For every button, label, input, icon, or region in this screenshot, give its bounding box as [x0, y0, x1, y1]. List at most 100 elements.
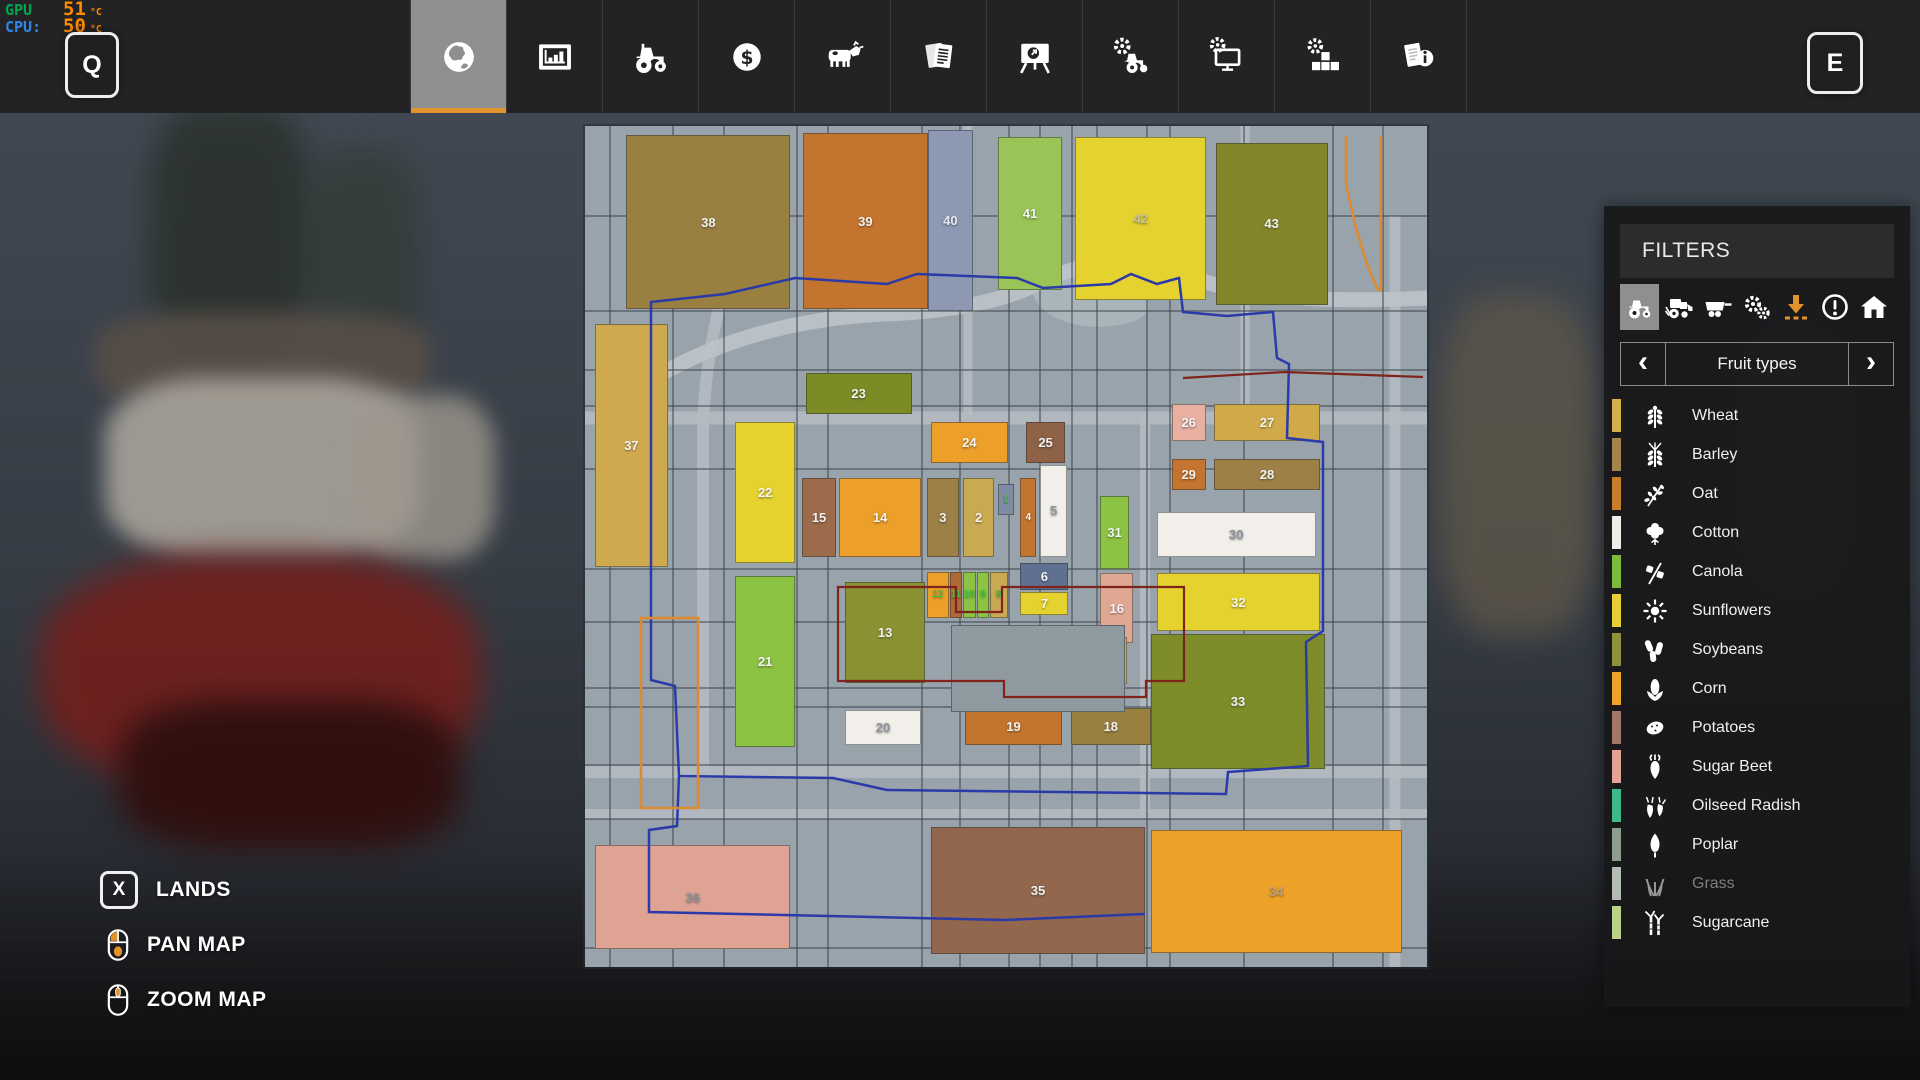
- fruit-color-swatch: [1612, 750, 1621, 783]
- globe-icon: [437, 35, 481, 79]
- fruit-type-list: Wheat Barley Oat Cotton Canola Sunflowers Soyb…: [1604, 396, 1910, 942]
- blocks-gear-icon: [1301, 35, 1345, 79]
- farm-border-dark-red: [838, 587, 1184, 697]
- radish-icon: [1640, 793, 1670, 819]
- category-prev-button[interactable]: ‹: [1621, 343, 1666, 385]
- selected-land-orange: [1346, 136, 1381, 290]
- tab-vehicles[interactable]: [603, 0, 699, 113]
- key-hint-q: Q: [65, 32, 119, 98]
- tab-help[interactable]: [1371, 0, 1467, 113]
- fruit-label: Wheat: [1692, 407, 1738, 425]
- tab-map[interactable]: [410, 0, 507, 113]
- fruit-row-potatoes[interactable]: Potatoes: [1604, 708, 1910, 747]
- fruit-row-barley[interactable]: Barley: [1604, 435, 1910, 474]
- hint-lands: XLANDS: [100, 866, 267, 914]
- tab-game-settings[interactable]: [1275, 0, 1371, 113]
- wheat-icon: [1640, 403, 1670, 429]
- poplar-icon: [1640, 832, 1670, 858]
- top-menu-bar: $: [0, 0, 1920, 113]
- filter-alerts-button[interactable]: [1815, 284, 1854, 330]
- fruit-label: Soybeans: [1692, 641, 1763, 659]
- fruit-row-oilseed-radish[interactable]: Oilseed Radish: [1604, 786, 1910, 825]
- svg-text:$: $: [740, 48, 753, 69]
- tab-display-settings[interactable]: [1179, 0, 1275, 113]
- tab-ai-workers[interactable]: [1083, 0, 1179, 113]
- fruit-label: Sunflowers: [1692, 602, 1771, 620]
- tab-animals[interactable]: [795, 0, 891, 113]
- tractor-gear-icon: [1109, 35, 1153, 79]
- contracts-icon: [917, 35, 961, 79]
- selected-land-orange-2: [641, 618, 698, 808]
- fruit-row-canola[interactable]: Canola: [1604, 552, 1910, 591]
- fruit-row-wheat[interactable]: Wheat: [1604, 396, 1910, 435]
- fruit-row-soybeans[interactable]: Soybeans: [1604, 630, 1910, 669]
- menu-tabs: $: [410, 0, 1467, 113]
- filter-sell-points-button[interactable]: [1776, 284, 1815, 330]
- filters-panel: FILTERS ‹ Fruit types › WheatBarleyOatCo…: [1604, 206, 1910, 1007]
- fruit-row-oat[interactable]: Oat: [1604, 474, 1910, 513]
- tab-contracts[interactable]: [891, 0, 987, 113]
- fruit-label: Canola: [1692, 563, 1743, 581]
- fruit-color-swatch: [1612, 906, 1621, 939]
- sugarcane-icon: [1640, 910, 1670, 936]
- fruit-row-poplar[interactable]: Poplar: [1604, 825, 1910, 864]
- cpu-label: CPU:: [5, 20, 63, 35]
- f-download-icon: [1781, 292, 1811, 322]
- farmland-border-blue-2: [649, 776, 1145, 920]
- f-house-icon: [1859, 292, 1889, 322]
- grass-icon: [1640, 871, 1670, 897]
- fruit-row-corn[interactable]: Corn: [1604, 669, 1910, 708]
- fruit-color-swatch: [1612, 711, 1621, 744]
- hint-label: ZOOM MAP: [147, 988, 267, 1012]
- fruit-color-swatch: [1612, 516, 1621, 549]
- mouse-zoom-icon: [107, 983, 129, 1017]
- filter-trailers-button[interactable]: [1698, 284, 1737, 330]
- f-harvester-icon: [1664, 292, 1694, 322]
- filter-buildings-button[interactable]: [1854, 284, 1893, 330]
- fruit-label: Sugar Beet: [1692, 758, 1772, 776]
- filter-icon-row: [1620, 284, 1894, 330]
- fruit-color-swatch: [1612, 594, 1621, 627]
- filter-tools-button[interactable]: [1737, 284, 1776, 330]
- fruit-color-swatch: [1612, 672, 1621, 705]
- tab-statistics[interactable]: [507, 0, 603, 113]
- fruit-color-swatch: [1612, 867, 1621, 900]
- fruit-label: Cotton: [1692, 524, 1739, 542]
- f-trailer-icon: [1703, 292, 1733, 322]
- tab-finances[interactable]: $: [699, 0, 795, 113]
- fruit-color-swatch: [1612, 789, 1621, 822]
- mouse-pan-icon: [107, 928, 129, 962]
- category-label: Fruit types: [1666, 343, 1848, 385]
- farmland-border-blue: [651, 274, 1323, 794]
- tractor-icon: [629, 35, 673, 79]
- map-view[interactable]: 3839404142433723221514242532145312627292…: [585, 126, 1427, 967]
- tab-production[interactable]: [987, 0, 1083, 113]
- fruit-row-grass[interactable]: Grass: [1604, 864, 1910, 903]
- key-hint-e: E: [1807, 32, 1863, 94]
- category-next-button[interactable]: ›: [1848, 343, 1893, 385]
- fruit-row-sugarcane[interactable]: Sugarcane: [1604, 903, 1910, 942]
- barley-icon: [1640, 442, 1670, 468]
- corn-icon: [1640, 676, 1670, 702]
- fruit-color-swatch: [1612, 828, 1621, 861]
- map-borders: [585, 126, 1427, 967]
- fruit-row-sugar-beet[interactable]: Sugar Beet: [1604, 747, 1910, 786]
- temp-overlay: GPU 51 °C CPU: 50 °C: [5, 2, 102, 36]
- filter-category-selector: ‹ Fruit types ›: [1620, 342, 1894, 386]
- info-doc-icon: [1397, 35, 1441, 79]
- fruit-row-sunflowers[interactable]: Sunflowers: [1604, 591, 1910, 630]
- filter-tractors-button[interactable]: [1620, 284, 1659, 330]
- fruit-label: Barley: [1692, 446, 1737, 464]
- input-hints: XLANDSPAN MAPZOOM MAP: [100, 866, 267, 1031]
- sugarbeet-icon: [1640, 754, 1670, 780]
- hint-zoom-map: ZOOM MAP: [100, 976, 267, 1024]
- fruit-label: Grass: [1692, 875, 1735, 893]
- fruit-color-swatch: [1612, 633, 1621, 666]
- dollar-icon: $: [725, 35, 769, 79]
- filter-harvesters-button[interactable]: [1659, 284, 1698, 330]
- canola-icon: [1640, 559, 1670, 585]
- potatoes-icon: [1640, 715, 1670, 741]
- fruit-row-cotton[interactable]: Cotton: [1604, 513, 1910, 552]
- cow-icon: [821, 35, 865, 79]
- fruit-label: Oat: [1692, 485, 1718, 503]
